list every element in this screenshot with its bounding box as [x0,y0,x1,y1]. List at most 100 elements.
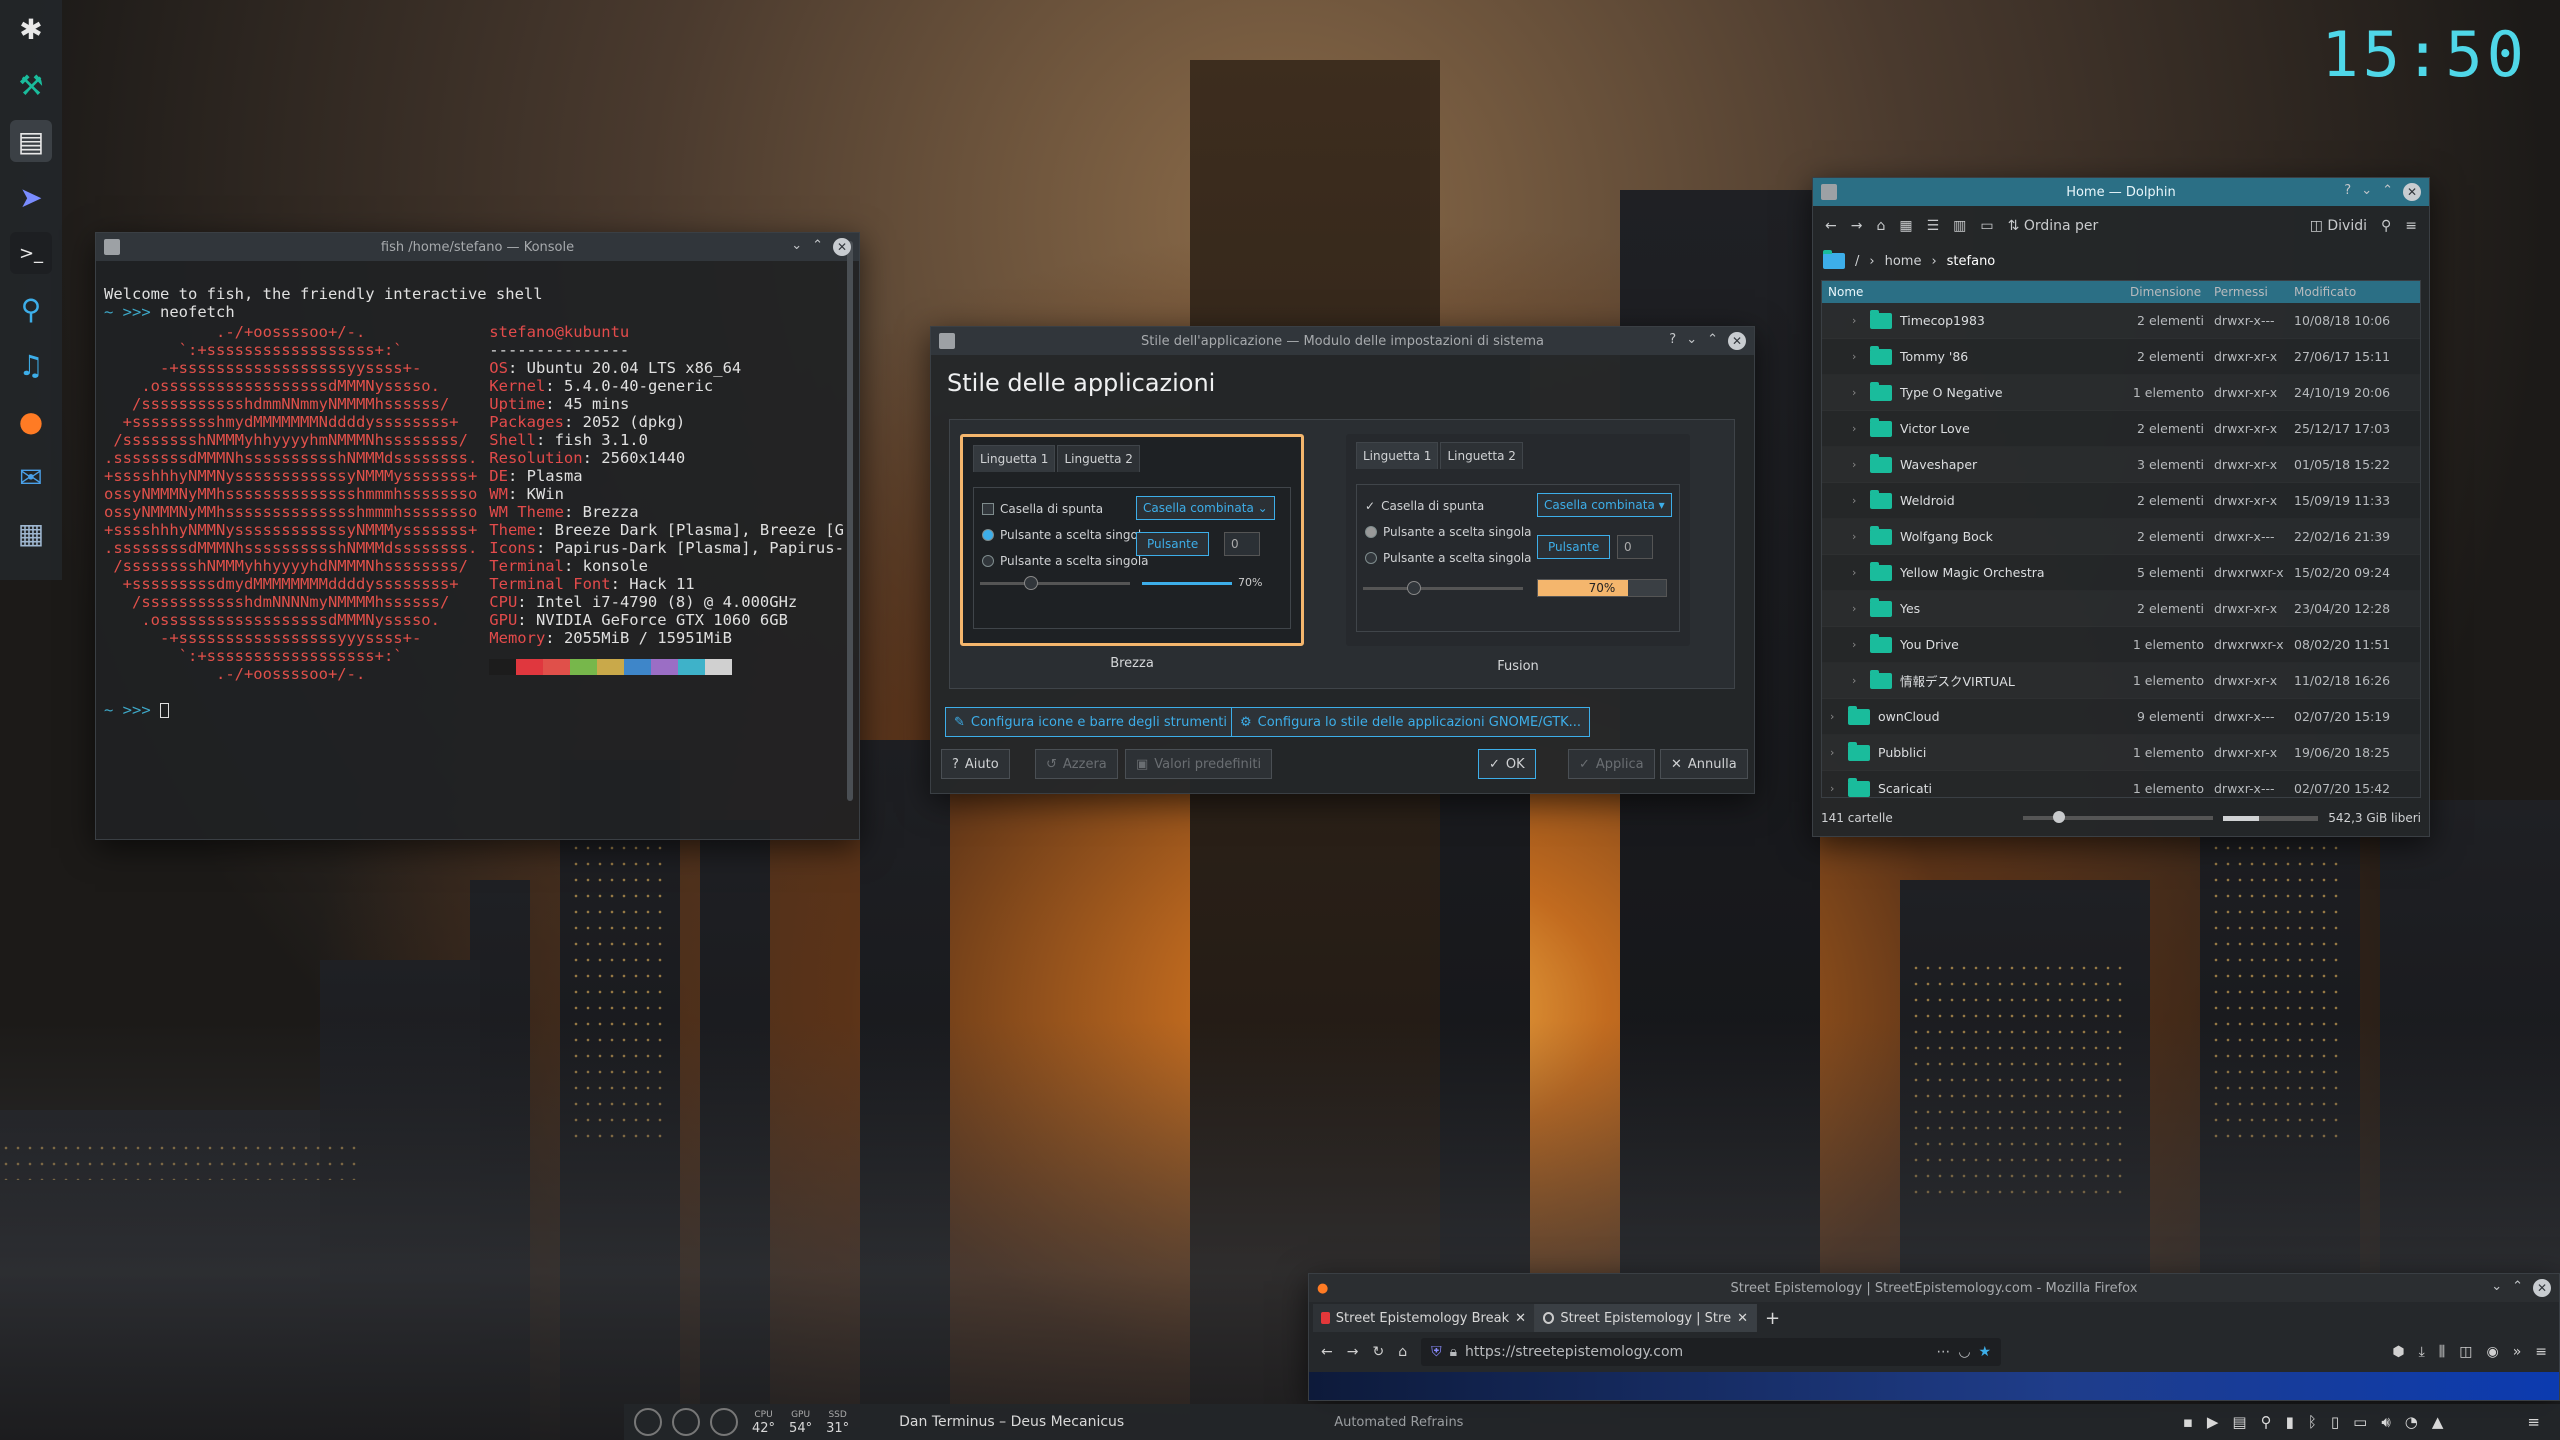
tab-1[interactable]: Linguetta 1 [973,445,1056,472]
kde-icon[interactable]: ✱ [10,8,52,50]
zoom-slider[interactable] [2023,811,2214,823]
file-row[interactable]: › Victor Love 2 elementi drwxr-xr-x 25/12/17… [1822,411,2420,447]
sidebar-icon[interactable]: ◫ [2459,1344,2472,1360]
files-icon[interactable]: ▤ [10,120,52,162]
chevron-right-icon[interactable]: › [1852,674,1862,687]
chevron-right-icon[interactable]: › [1852,638,1862,651]
file-row[interactable]: › Pubblici 1 elemento drwxr-xr-x 19/06/20 18… [1822,735,2420,771]
slider-knob[interactable] [1407,581,1421,595]
forward-icon[interactable]: → [1347,1344,1359,1360]
dolphin-titlebar[interactable]: Home — Dolphin ? ⌄ ⌃ ✕ [1813,178,2429,206]
close-icon[interactable]: ✕ [833,238,851,256]
chevron-right-icon[interactable]: › [1852,494,1862,507]
url-bar[interactable]: ⛨ 🔒︎ https://streetepistemology.com ⋯ ◡ … [1421,1338,2002,1366]
file-row[interactable]: › Yes 2 elementi drwxr-xr-x 23/04/20 12:28 [1822,591,2420,627]
browser-tab[interactable]: Street Epistemology Break ✕ [1313,1304,1535,1332]
spin-box[interactable]: 0 [1224,532,1260,556]
help-icon[interactable]: ? [2344,183,2351,201]
display-icon[interactable]: ▭ [2353,1413,2367,1431]
phone-icon[interactable]: ▯ [2331,1413,2339,1431]
compact-view-icon[interactable]: ☰ [1927,218,1940,234]
style-preview-brezza[interactable]: Linguetta 1 Linguetta 2 Casella di spunta… [960,434,1304,671]
col-name[interactable]: Nome [1822,285,2122,299]
settings-titlebar[interactable]: Stile dell'applicazione — Modulo delle i… [931,327,1754,355]
back-icon[interactable]: ← [1825,218,1837,234]
close-icon[interactable]: ✕ [1737,1311,1748,1326]
clipboard-icon[interactable]: ▤ [2232,1413,2246,1431]
file-row[interactable]: › 情報デスクVIRTUAL 1 elemento drwxr-xr-x 11/02/1… [1822,663,2420,699]
file-row[interactable]: › Waveshaper 3 elementi drwxr-xr-x 01/05/18 … [1822,447,2420,483]
reset-button[interactable]: ↺ Azzera [1035,749,1118,779]
chevron-right-icon[interactable]: › [1830,710,1840,723]
chevron-right-icon[interactable]: › [1852,602,1862,615]
minimize-icon[interactable]: ⌄ [2491,1279,2502,1297]
combo-box[interactable]: Casella combinata ⌄ [1136,496,1275,520]
configure-icons-button[interactable]: ✎ Configura icone e barre degli strumenti [945,707,1236,737]
konsole-titlebar[interactable]: fish /home/stefano — Konsole ⌄ ⌃ ✕ [96,233,859,261]
network-icon[interactable]: ◔ [2405,1413,2418,1431]
minimize-icon[interactable]: ⌄ [791,238,802,256]
chevron-right-icon[interactable]: › [1852,458,1862,471]
battery-icon[interactable]: ▮ [2286,1413,2294,1431]
col-size[interactable]: Dimensione [2122,285,2214,299]
chevron-right-icon[interactable]: › [1852,566,1862,579]
pin-icon[interactable]: ⚲ [2261,1413,2272,1431]
checkbox[interactable] [982,503,994,515]
chevron-right-icon[interactable]: › [1852,422,1862,435]
col-mod[interactable]: Modificato [2294,285,2414,299]
mail-icon[interactable]: ✉ [10,456,52,498]
close-icon[interactable]: ✕ [2403,183,2421,201]
link-icon[interactable]: ⚲ [10,288,52,330]
menu-icon[interactable]: ≡ [2405,218,2417,234]
home-icon[interactable]: ⌂ [1398,1344,1407,1360]
now-playing[interactable]: Dan Terminus – Deus Mecanicus [899,1414,1124,1430]
active-window-title[interactable]: Automated Refrains [1334,1415,1463,1430]
pointer-icon[interactable]: ➤ [10,176,52,218]
push-button[interactable]: Pulsante [1136,532,1210,556]
slider-knob[interactable] [1024,576,1038,590]
file-row[interactable]: › You Drive 1 elemento drwxrwxr-x 08/02/20 1… [1822,627,2420,663]
account-icon[interactable]: ◉ [2486,1344,2498,1360]
bluetooth-icon[interactable]: ᛒ [2308,1413,2317,1431]
radio[interactable] [1365,552,1377,564]
tab-2[interactable]: Linguetta 2 [1440,442,1523,469]
combo-box[interactable]: Casella combinata ▾ [1537,493,1672,517]
file-row[interactable]: › Timecop1983 2 elementi drwxr-x--- 10/08/18… [1822,303,2420,339]
file-row[interactable]: › Wolfgang Bock 2 elementi drwxr-x--- 22/02/… [1822,519,2420,555]
configure-gtk-button[interactable]: ⚙ Configura lo stile delle applicazioni G… [1231,707,1591,737]
terminal-icon[interactable]: >_ [10,232,52,274]
ok-button[interactable]: ✓ OK [1478,749,1536,779]
help-icon[interactable]: ? [1669,332,1676,350]
radio[interactable] [1365,526,1377,538]
chevron-right-icon[interactable]: › [1852,350,1862,363]
tab-1[interactable]: Linguetta 1 [1356,442,1439,469]
search-icon[interactable]: ⚲ [2381,218,2391,234]
music-icon[interactable]: ♫ [10,344,52,386]
file-row[interactable]: › Tommy '86 2 elementi drwxr-xr-x 27/06/17 1… [1822,339,2420,375]
settings-icon[interactable]: ▦ [10,512,52,554]
radio[interactable] [982,529,994,541]
forward-icon[interactable]: → [1851,218,1863,234]
minimize-icon[interactable]: ⌄ [1686,332,1697,350]
tool-icon[interactable]: ⚒ [10,64,52,106]
close-icon[interactable]: ✕ [1728,332,1746,350]
split-button[interactable]: ◫ Dividi [2310,218,2367,234]
breadcrumb-item[interactable]: home [1885,254,1922,269]
firefox-icon[interactable]: ● [10,400,52,442]
maximize-icon[interactable]: ⌃ [1707,332,1718,350]
extension-icon[interactable]: ⬢ [2392,1344,2404,1360]
file-row[interactable]: › Scaricati 1 elemento drwxr-x--- 02/07/20 1… [1822,771,2420,797]
terminal-output[interactable]: Welcome to fish, the friendly interactiv… [96,261,859,839]
file-row[interactable]: › ownCloud 9 elementi drwxr-x--- 02/07/20 15… [1822,699,2420,735]
chevron-right-icon[interactable]: › [1830,782,1840,795]
pocket-icon[interactable]: ◡ [1958,1344,1970,1360]
file-row[interactable]: › Yellow Magic Orchestra 5 elementi drwxrwx… [1822,555,2420,591]
zoom-knob[interactable] [2053,811,2066,823]
new-tab-button[interactable]: + [1757,1304,1797,1332]
cancel-button[interactable]: ✕ Annulla [1660,749,1748,779]
radio[interactable] [982,555,994,567]
page-content[interactable] [1309,1372,2559,1400]
download-icon[interactable]: ⤓ [2419,1344,2425,1360]
close-icon[interactable]: ✕ [2533,1279,2551,1297]
slider[interactable] [980,576,1130,590]
